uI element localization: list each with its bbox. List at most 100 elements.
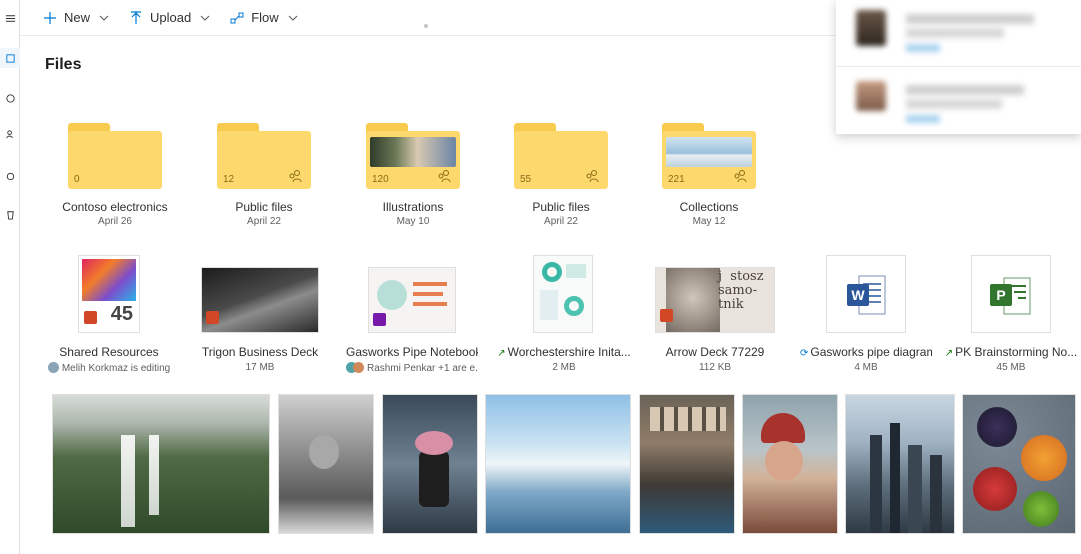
file-name: Worchestershire Inita... <box>507 345 631 359</box>
flow-icon <box>229 10 245 26</box>
file-thumbnail <box>533 255 593 333</box>
activity-flyout <box>836 0 1081 134</box>
chevron-down-icon <box>199 12 211 24</box>
avatar <box>47 362 59 373</box>
market-bicycles-photo[interactable] <box>639 394 735 534</box>
avatar <box>856 81 886 111</box>
left-nav-rail <box>0 0 20 554</box>
syncing-icon: ⟳ <box>800 348 809 359</box>
folder-item-count: 120 <box>372 174 389 185</box>
flow-button-label: Flow <box>251 10 279 25</box>
menu-icon[interactable] <box>0 8 20 28</box>
recycle-bin-icon[interactable] <box>0 204 20 224</box>
file-tile[interactable]: Trigon Business Deck 17 MB <box>200 255 320 380</box>
folder-tile[interactable]: 55 Public files April 22 <box>491 120 631 230</box>
folder-preview-photo <box>370 137 456 167</box>
loading-dot <box>424 24 428 28</box>
file-tile[interactable]: P ↗ PK Brainstorming No... 45 MB <box>944 255 1078 380</box>
folder-date: May 10 <box>396 216 430 227</box>
chevron-down-icon <box>287 12 299 24</box>
upload-button[interactable]: Upload <box>128 0 211 36</box>
files-nav-icon[interactable] <box>0 48 20 68</box>
man-reading-photo[interactable] <box>278 394 374 534</box>
file-name: Gasworks Pipe Notebook <box>346 345 478 359</box>
svg-text:P: P <box>996 287 1005 303</box>
powerpoint-icon <box>660 309 673 322</box>
activity-text-redacted <box>906 85 1024 95</box>
flower-vase-photo[interactable] <box>382 394 478 534</box>
thumbnail-number: 45 <box>110 303 133 325</box>
folder-tile[interactable]: 120 Illustrations May 10 <box>343 120 483 230</box>
file-meta-row: Rashmi Penkar +1 are e... <box>346 362 478 374</box>
shared-nav-icon[interactable] <box>0 124 20 144</box>
file-name: Arrow Deck 77229 <box>665 345 765 359</box>
fruit-bowls-photo[interactable] <box>962 394 1076 534</box>
activity-text-redacted <box>906 99 1002 109</box>
folder-icon: 55 <box>514 123 608 189</box>
folder-tile[interactable]: 221 Collections May 12 <box>639 120 779 230</box>
folder-icon: 0 <box>68 123 162 189</box>
folder-tile[interactable]: 12 Public files April 22 <box>194 120 334 230</box>
discover-nav-icon[interactable] <box>0 166 20 186</box>
city-skyline-photo[interactable] <box>845 394 955 534</box>
svg-text:W: W <box>851 287 865 303</box>
man-beanie-photo[interactable] <box>742 394 838 534</box>
file-name: Gasworks pipe diagram <box>810 345 932 359</box>
folder-icon: 12 <box>217 123 311 189</box>
page-title: Files <box>45 56 82 73</box>
file-name-row: ↗ Worchestershire Inita... <box>497 345 631 359</box>
file-thumbnail: 45 <box>78 255 140 333</box>
ocean-ice-photo[interactable] <box>485 394 631 534</box>
shared-people-icon <box>586 170 599 183</box>
folder-icon: 221 <box>662 123 756 189</box>
file-tile[interactable]: W ⟳ Gasworks pipe diagram 4 MB <box>800 255 932 380</box>
folder-date: April 22 <box>247 216 281 227</box>
activity-text-redacted <box>906 14 1034 24</box>
plus-icon <box>42 10 58 26</box>
onenote-icon <box>373 313 386 326</box>
upload-button-label: Upload <box>150 10 192 25</box>
file-thumbnail: P <box>971 255 1051 333</box>
avatar <box>856 10 886 46</box>
new-button[interactable]: New <box>42 0 110 36</box>
folder-name: Public files <box>235 200 293 214</box>
file-size: 4 MB <box>854 362 878 373</box>
activity-time-redacted <box>906 44 940 52</box>
new-button-label: New <box>64 10 91 25</box>
folder-item-count: 55 <box>520 174 532 185</box>
onedrive-files-app: New Upload Flow Files 0 Contoso electron… <box>0 0 1081 554</box>
activity-item[interactable] <box>836 66 1081 132</box>
folder-name: Collections <box>679 200 739 214</box>
shared-people-icon <box>289 170 302 183</box>
powerpoint-icon <box>206 311 219 324</box>
recent-nav-icon[interactable] <box>0 88 20 108</box>
file-size: 45 MB <box>996 362 1026 373</box>
file-thumbnail: W <box>826 255 906 333</box>
folder-tile[interactable]: 0 Contoso electronics April 26 <box>45 120 185 230</box>
file-size: 2 MB <box>552 362 576 373</box>
file-tile[interactable]: j stosz samo- tnik Arrow Deck 77229 112 … <box>655 255 775 380</box>
file-activity: Rashmi Penkar +1 are e... <box>367 363 478 374</box>
folder-preview-photo <box>666 137 752 167</box>
file-activity: Melih Korkmaz is editing <box>61 363 171 374</box>
file-tile[interactable]: Gasworks Pipe Notebook Rashmi Penkar +1 … <box>346 255 478 380</box>
folder-date: April 26 <box>98 216 132 227</box>
file-size: 17 MB <box>245 362 275 373</box>
shared-people-icon <box>438 170 451 183</box>
folder-item-count: 221 <box>668 174 685 185</box>
activity-item[interactable] <box>836 0 1081 66</box>
word-icon: W <box>847 275 886 315</box>
flow-button[interactable]: Flow <box>229 0 298 36</box>
file-tile[interactable]: 45 Shared Resources Melih Korkmaz is edi… <box>45 255 173 380</box>
folder-date: April 22 <box>544 216 578 227</box>
waterfall-photo[interactable] <box>52 394 270 534</box>
folder-name: Illustrations <box>382 200 444 214</box>
chevron-down-icon <box>98 12 110 24</box>
file-name-row: ↗ PK Brainstorming No... <box>944 345 1078 359</box>
folder-name: Contoso electronics <box>62 200 168 214</box>
folder-icon: 120 <box>366 123 460 189</box>
folder-item-count: 0 <box>74 174 80 185</box>
activity-time-redacted <box>906 115 940 123</box>
file-thumbnail: j stosz samo- tnik <box>655 267 775 333</box>
file-tile[interactable]: ↗ Worchestershire Inita... 2 MB <box>497 255 631 380</box>
